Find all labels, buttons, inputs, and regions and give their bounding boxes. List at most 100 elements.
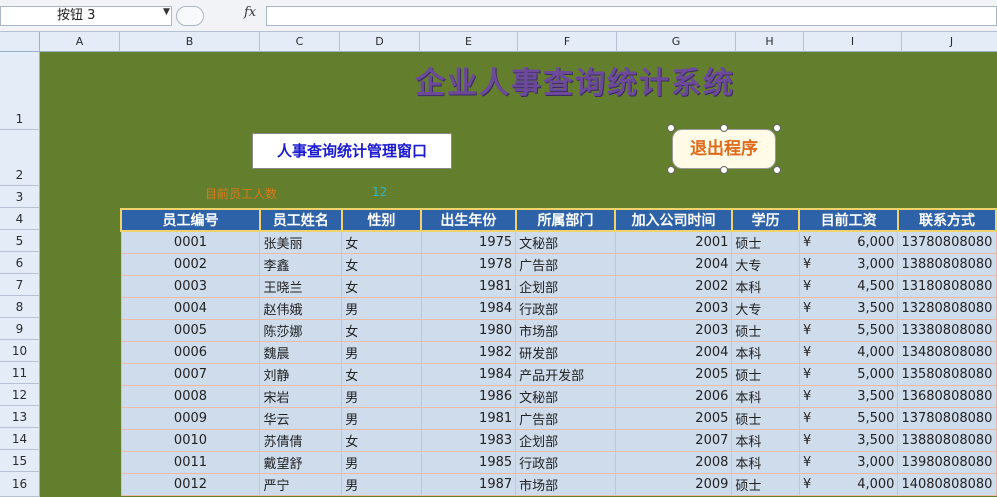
cell-phone[interactable]: 13180808080 <box>897 274 997 298</box>
cell-birth[interactable]: 1985 <box>420 450 517 474</box>
cell-phone[interactable]: 13280808080 <box>897 296 997 320</box>
cell-id[interactable]: 0007 <box>120 362 261 386</box>
column-header-h[interactable]: H <box>736 32 804 52</box>
cell-salary[interactable]: ¥3,500 <box>798 428 899 452</box>
select-all-corner[interactable] <box>0 32 40 52</box>
query-window-button[interactable]: 人事查询统计管理窗口 <box>252 133 452 169</box>
cell-gender[interactable]: 男 <box>341 472 422 496</box>
cell-gender[interactable]: 男 <box>341 450 422 474</box>
cell-dept[interactable]: 文秘部 <box>515 230 616 254</box>
cell-gender[interactable]: 女 <box>341 362 422 386</box>
cell-birth[interactable]: 1987 <box>420 472 517 496</box>
resize-handle-bottom[interactable] <box>720 166 728 174</box>
row-header-9[interactable]: 9 <box>0 318 40 340</box>
cell-name[interactable]: 张美丽 <box>259 230 343 254</box>
cell-edu[interactable]: 本科 <box>731 340 800 364</box>
cell-gender[interactable]: 女 <box>341 252 422 276</box>
cell-join[interactable]: 2008 <box>614 450 733 474</box>
cell-id[interactable]: 0002 <box>120 252 261 276</box>
column-header-g[interactable]: G <box>617 32 736 52</box>
cell-salary[interactable]: ¥5,500 <box>798 318 899 342</box>
table-header-cell[interactable]: 员工姓名 <box>258 208 343 232</box>
formula-input[interactable] <box>266 6 997 26</box>
cell-gender[interactable]: 男 <box>341 340 422 364</box>
cell-name[interactable]: 王晓兰 <box>259 274 343 298</box>
cell-dept[interactable]: 市场部 <box>515 472 616 496</box>
cell-edu[interactable]: 硕士 <box>731 472 800 496</box>
row-header-12[interactable]: 12 <box>0 384 40 406</box>
table-row[interactable]: 0011 戴望舒男 1985 行政部 2008 本科 ¥3,000 13980808080 <box>120 450 997 474</box>
cell-join[interactable]: 2007 <box>614 428 733 452</box>
cell-birth[interactable]: 1986 <box>420 384 517 408</box>
cell-join[interactable]: 2005 <box>614 406 733 430</box>
column-header-d[interactable]: D <box>340 32 420 52</box>
cell-birth[interactable]: 1980 <box>420 318 517 342</box>
cell-salary[interactable]: ¥4,000 <box>798 472 899 496</box>
cell-birth[interactable]: 1984 <box>420 362 517 386</box>
resize-handle-bl[interactable] <box>667 166 675 174</box>
cell-id[interactable]: 0011 <box>120 450 261 474</box>
cell-birth[interactable]: 1984 <box>420 296 517 320</box>
table-header-cell[interactable]: 学历 <box>730 208 801 232</box>
cell-join[interactable]: 2009 <box>614 472 733 496</box>
cell-gender[interactable]: 女 <box>341 428 422 452</box>
cell-join[interactable]: 2006 <box>614 384 733 408</box>
cell-dept[interactable]: 文秘部 <box>515 384 616 408</box>
cell-edu[interactable]: 硕士 <box>731 230 800 254</box>
column-header-i[interactable]: I <box>804 32 902 52</box>
table-header-cell[interactable]: 出生年份 <box>420 208 517 232</box>
cell-phone[interactable]: 13780808080 <box>897 406 997 430</box>
cell-birth[interactable]: 1982 <box>420 340 517 364</box>
cell-join[interactable]: 2003 <box>614 318 733 342</box>
cell-join[interactable]: 2001 <box>614 230 733 254</box>
cell-gender[interactable]: 女 <box>341 274 422 298</box>
cell-join[interactable]: 2004 <box>614 252 733 276</box>
cell-edu[interactable]: 本科 <box>731 384 800 408</box>
cell-phone[interactable]: 13580808080 <box>897 362 997 386</box>
cell-name[interactable]: 赵伟娥 <box>259 296 343 320</box>
cell-id[interactable]: 0009 <box>120 406 261 430</box>
table-row[interactable]: 0009 华云男 1981 广告部 2005 硕士 ¥5,500 13780808080 <box>120 406 997 430</box>
row-header-7[interactable]: 7 <box>0 274 40 296</box>
row-header-3[interactable]: 3 <box>0 186 40 208</box>
row-header-16[interactable]: 16 <box>0 472 40 497</box>
row-header-15[interactable]: 15 <box>0 450 40 472</box>
name-box[interactable]: 按钮 3 <box>0 6 172 26</box>
cell-phone[interactable]: 13380808080 <box>897 318 997 342</box>
row-header-8[interactable]: 8 <box>0 296 40 318</box>
cell-id[interactable]: 0006 <box>120 340 261 364</box>
cell-dept[interactable]: 行政部 <box>515 450 616 474</box>
cell-id[interactable]: 0012 <box>120 472 261 496</box>
cell-dept[interactable]: 企划部 <box>515 428 616 452</box>
column-header-e[interactable]: E <box>420 32 518 52</box>
table-header-cell[interactable]: 所属部门 <box>514 208 617 232</box>
cell-id[interactable]: 0001 <box>120 230 261 254</box>
cell-salary[interactable]: ¥5,000 <box>798 362 899 386</box>
table-row[interactable]: 0004 赵伟娥男 1984 行政部 2003 大专 ¥3,500 13280808080 <box>120 296 997 320</box>
resize-handle-br[interactable] <box>773 166 781 174</box>
cell-id[interactable]: 0010 <box>120 428 261 452</box>
function-icon[interactable]: fx <box>244 5 256 20</box>
row-header-6[interactable]: 6 <box>0 252 40 274</box>
cell-phone[interactable]: 13980808080 <box>897 450 997 474</box>
table-header-cell[interactable]: 性别 <box>340 208 423 232</box>
cell-dept[interactable]: 研发部 <box>515 340 616 364</box>
cell-salary[interactable]: ¥6,000 <box>798 230 899 254</box>
resize-handle-tl[interactable] <box>667 124 675 132</box>
cell-gender[interactable]: 男 <box>341 406 422 430</box>
cell-gender[interactable]: 女 <box>341 318 422 342</box>
table-row[interactable]: 0006 魏晨男 1982 研发部 2004 本科 ¥4,000 13480808080 <box>120 340 997 364</box>
cell-phone[interactable]: 13780808080 <box>897 230 997 254</box>
cell-name[interactable]: 陈莎娜 <box>259 318 343 342</box>
cell-dept[interactable]: 产品开发部 <box>515 362 616 386</box>
cell-name[interactable]: 戴望舒 <box>259 450 343 474</box>
table-row[interactable]: 0002 李鑫女 1978 广告部 2004 大专 ¥3,000 13880808080 <box>120 252 997 276</box>
row-header-10[interactable]: 10 <box>0 340 40 362</box>
table-row[interactable]: 0001 张美丽女 1975 文秘部 2001 硕士 ¥6,000 13780808080 <box>120 230 997 254</box>
cell-birth[interactable]: 1983 <box>420 428 517 452</box>
table-header-cell[interactable]: 联系方式 <box>896 208 997 232</box>
exit-program-button[interactable]: 退出程序 <box>672 129 776 169</box>
cell-dept[interactable]: 广告部 <box>515 252 616 276</box>
resize-handle-tr[interactable] <box>773 124 781 132</box>
formula-buttons[interactable] <box>176 6 204 26</box>
